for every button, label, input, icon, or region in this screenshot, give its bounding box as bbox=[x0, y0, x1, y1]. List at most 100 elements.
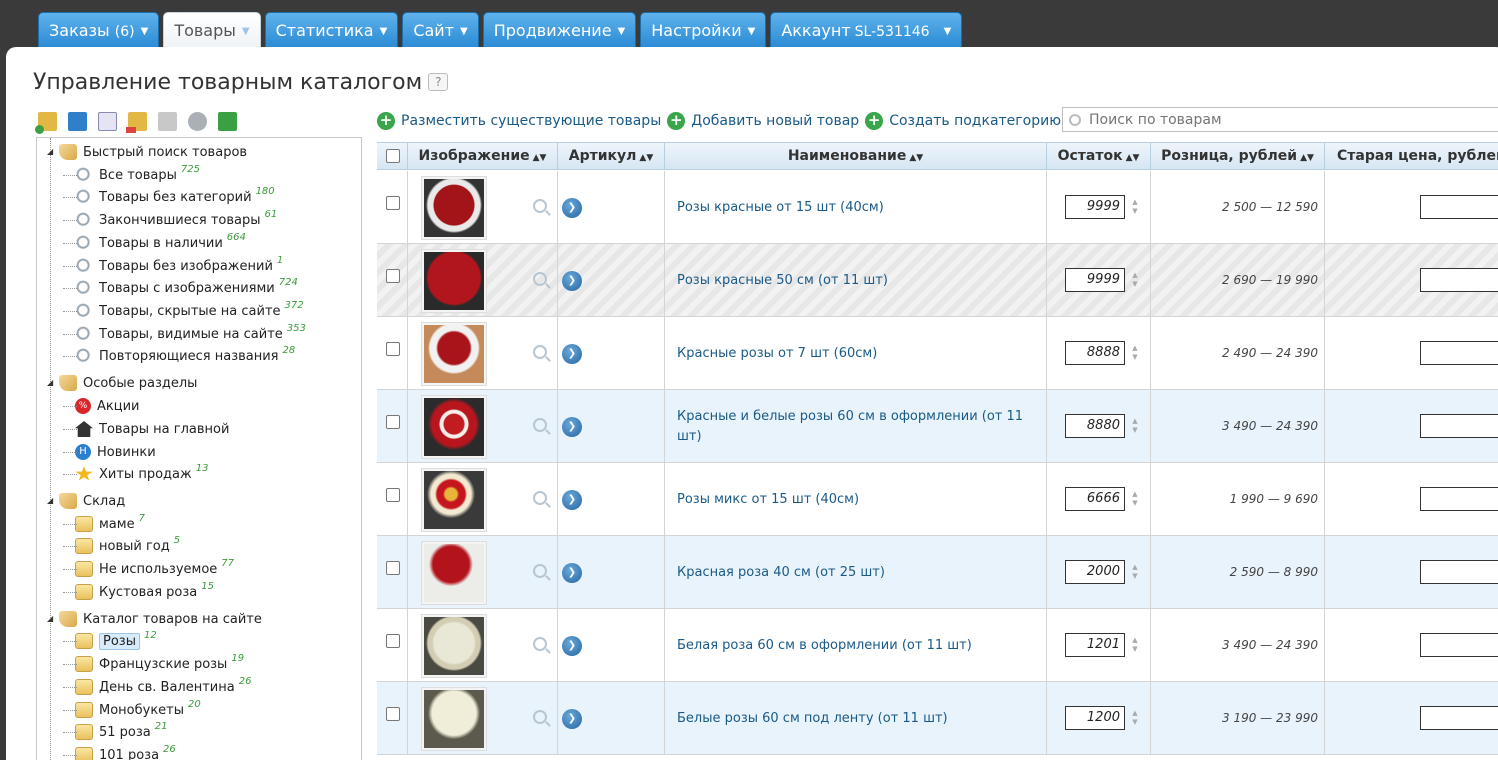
create-subcategory-button[interactable]: + Создать подкатегорию bbox=[865, 112, 1061, 130]
tab-promotion[interactable]: Продвижение ▼ bbox=[482, 12, 637, 48]
product-name-link[interactable]: Розы красные 50 см (от 11 шт) bbox=[677, 244, 1027, 317]
tree-item[interactable]: H Новинки bbox=[63, 442, 156, 462]
tab-statistics[interactable]: Статистика ▼ bbox=[264, 12, 399, 48]
tree-item[interactable]: Повторяющиеся названия 28 bbox=[62, 345, 295, 366]
stepper-icon[interactable]: ▲ ▼ bbox=[1130, 563, 1140, 581]
product-name-link[interactable]: Красная роза 40 см (от 25 шт) bbox=[677, 536, 1027, 609]
old-price-input[interactable] bbox=[1420, 487, 1498, 511]
header-stock[interactable]: Остаток ▲▼ bbox=[1047, 143, 1151, 170]
select-all-checkbox[interactable] bbox=[386, 149, 400, 163]
tree-item[interactable]: Товары на главной bbox=[62, 419, 229, 439]
stepper-icon[interactable]: ▲ ▼ bbox=[1130, 490, 1140, 508]
zoom-icon[interactable] bbox=[533, 564, 547, 578]
product-thumbnail[interactable] bbox=[421, 249, 487, 313]
stock-input[interactable]: 2000 bbox=[1065, 560, 1125, 584]
tab-settings[interactable]: Настройки ▼ bbox=[640, 12, 767, 48]
tree-item[interactable]: День св. Валентина 26 bbox=[62, 676, 251, 697]
stepper-icon[interactable]: ▲ ▼ bbox=[1130, 709, 1140, 727]
old-price-input[interactable] bbox=[1420, 341, 1498, 365]
help-icon[interactable]: ? bbox=[428, 73, 449, 91]
tree-item[interactable]: Товары, скрытые на сайте 372 bbox=[63, 300, 304, 321]
tree-item[interactable]: Товары, видимые на сайте 353 bbox=[63, 323, 306, 344]
open-product-icon[interactable]: ❯ bbox=[562, 271, 582, 291]
tree-group-warehouse[interactable]: ◢ Склад bbox=[47, 491, 125, 511]
tree-item[interactable]: Товары с изображениями 724 bbox=[63, 277, 298, 298]
export-icon[interactable] bbox=[218, 112, 237, 131]
product-thumbnail[interactable] bbox=[421, 395, 487, 459]
place-existing-button[interactable]: + Разместить существующие товары bbox=[377, 112, 661, 130]
old-price-input[interactable] bbox=[1420, 195, 1498, 219]
stock-input[interactable]: 1201 bbox=[1065, 633, 1125, 657]
stepper-icon[interactable]: ▲ ▼ bbox=[1130, 198, 1140, 216]
stepper-icon[interactable]: ▲ ▼ bbox=[1130, 271, 1140, 289]
collapse-icon[interactable]: ◢ bbox=[47, 148, 55, 156]
tree-item[interactable]: Французские розы 19 bbox=[62, 653, 244, 674]
zoom-icon[interactable] bbox=[533, 637, 547, 651]
tab-orders[interactable]: Заказы (6) ▼ bbox=[38, 12, 160, 48]
collapse-icon[interactable]: ◢ bbox=[47, 615, 55, 623]
zoom-icon[interactable] bbox=[533, 491, 547, 505]
tab-site[interactable]: Сайт ▼ bbox=[402, 12, 479, 48]
stock-input[interactable]: 9999 bbox=[1065, 268, 1125, 292]
tree-item[interactable]: Кустовая роза 15 bbox=[63, 581, 214, 602]
old-price-input[interactable] bbox=[1420, 560, 1498, 584]
open-product-icon[interactable]: ❯ bbox=[562, 417, 582, 437]
settings-icon[interactable] bbox=[188, 112, 207, 131]
tree-item[interactable]: Товары в наличии 664 bbox=[63, 232, 246, 253]
product-name-link[interactable]: Красные и белые розы 60 см в оформлении … bbox=[677, 390, 1027, 463]
old-price-input[interactable] bbox=[1420, 268, 1498, 292]
product-thumbnail[interactable] bbox=[421, 468, 487, 532]
product-thumbnail[interactable] bbox=[421, 614, 487, 678]
product-thumbnail[interactable] bbox=[421, 176, 487, 240]
tree-group-quick-search[interactable]: ◢ Быстрый поиск товаров bbox=[47, 142, 247, 162]
product-name-link[interactable]: Красные розы от 7 шт (60см) bbox=[677, 317, 1027, 390]
collapse-icon[interactable]: ◢ bbox=[47, 379, 55, 387]
stock-input[interactable]: 1200 bbox=[1065, 706, 1125, 730]
tab-products[interactable]: Товары ▼ bbox=[163, 12, 261, 48]
header-sku[interactable]: Артикул ▲▼ bbox=[558, 143, 665, 170]
zoom-icon[interactable] bbox=[533, 272, 547, 286]
row-checkbox[interactable] bbox=[386, 196, 400, 210]
tab-account[interactable]: Аккаунт SL-531146 ▼ bbox=[770, 12, 963, 48]
tree-item[interactable]: Не используемое 77 bbox=[62, 558, 234, 579]
row-checkbox[interactable] bbox=[386, 415, 400, 429]
open-product-icon[interactable]: ❯ bbox=[562, 490, 582, 510]
stepper-icon[interactable]: ▲ ▼ bbox=[1130, 417, 1140, 435]
tree-item[interactable]: Монобукеты 20 bbox=[63, 699, 201, 720]
old-price-input[interactable] bbox=[1420, 706, 1498, 730]
open-product-icon[interactable]: ❯ bbox=[562, 636, 582, 656]
open-product-icon[interactable]: ❯ bbox=[562, 344, 582, 364]
move-icon[interactable] bbox=[158, 112, 177, 131]
tree-group-catalog[interactable]: ◢ Каталог товаров на сайте bbox=[47, 609, 262, 629]
product-name-link[interactable]: Белые розы 60 см под ленту (от 11 шт) bbox=[677, 682, 1027, 755]
tree-item[interactable]: Хиты продаж 13 bbox=[62, 463, 208, 484]
zoom-icon[interactable] bbox=[533, 199, 547, 213]
header-image[interactable]: Изображение ▲▼ bbox=[408, 143, 558, 170]
edit-icon[interactable] bbox=[98, 112, 117, 131]
zoom-icon[interactable] bbox=[533, 710, 547, 724]
tree-item[interactable]: Товары без изображений 1 bbox=[62, 255, 283, 276]
stock-input[interactable]: 8880 bbox=[1065, 414, 1125, 438]
stock-input[interactable]: 9999 bbox=[1065, 195, 1125, 219]
zoom-icon[interactable] bbox=[533, 345, 547, 359]
tree-item[interactable]: новый год 5 bbox=[62, 535, 180, 556]
zoom-icon[interactable] bbox=[533, 418, 547, 432]
stock-input[interactable]: 8888 bbox=[1065, 341, 1125, 365]
add-product-button[interactable]: + Добавить новый товар bbox=[667, 112, 859, 130]
product-name-link[interactable]: Белая роза 60 см в оформлении (от 11 шт) bbox=[677, 609, 1027, 682]
open-product-icon[interactable]: ❯ bbox=[562, 709, 582, 729]
open-product-icon[interactable]: ❯ bbox=[562, 563, 582, 583]
collapse-icon[interactable]: ◢ bbox=[47, 497, 55, 505]
tree-item[interactable]: % Акции bbox=[63, 396, 140, 416]
row-checkbox[interactable] bbox=[386, 488, 400, 502]
product-name-link[interactable]: Розы красные от 15 шт (40см) bbox=[677, 171, 1027, 244]
stepper-icon[interactable]: ▲ ▼ bbox=[1130, 344, 1140, 362]
row-checkbox[interactable] bbox=[386, 707, 400, 721]
view-icon[interactable] bbox=[68, 112, 87, 131]
product-name-link[interactable]: Розы микс от 15 шт (40см) bbox=[677, 463, 1027, 536]
tree-item[interactable]: Товары без категорий 180 bbox=[63, 186, 275, 207]
tree-item-selected[interactable]: Розы 12 bbox=[63, 630, 157, 651]
tree-item[interactable]: Закончившиеся товары 61 bbox=[62, 209, 277, 230]
tree-item[interactable]: Все товары 725 bbox=[63, 164, 200, 185]
tree-group-special[interactable]: ◢ Особые разделы bbox=[47, 373, 197, 393]
